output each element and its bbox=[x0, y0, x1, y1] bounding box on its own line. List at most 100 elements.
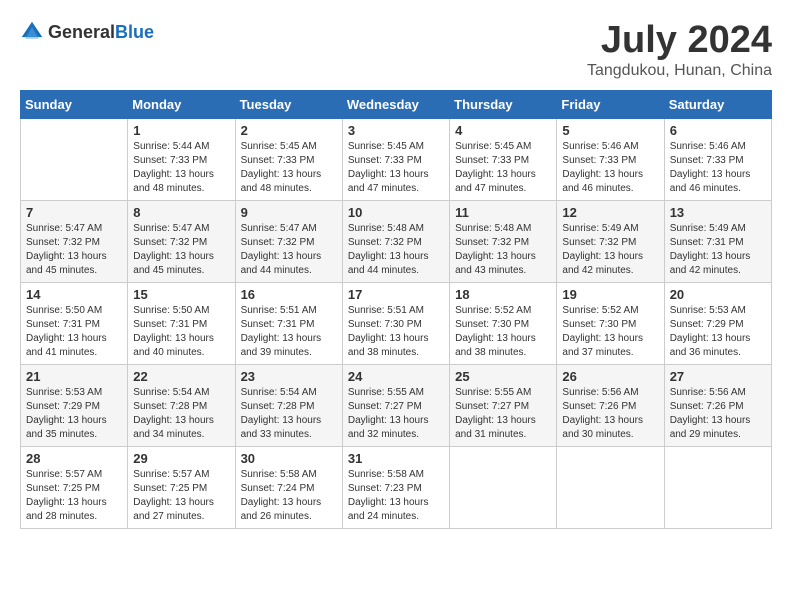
calendar-cell: 13 Sunrise: 5:49 AM Sunset: 7:31 PM Dayli… bbox=[664, 200, 771, 282]
page-header: GeneralBlue July 2024 Tangdukou, Hunan, … bbox=[20, 20, 772, 80]
day-number: 13 bbox=[670, 205, 766, 220]
day-number: 5 bbox=[562, 123, 658, 138]
day-number: 23 bbox=[241, 369, 337, 384]
logo: GeneralBlue bbox=[20, 20, 154, 44]
day-info: Sunrise: 5:46 AM Sunset: 7:33 PM Dayligh… bbox=[562, 140, 658, 196]
day-number: 14 bbox=[26, 287, 122, 302]
day-info: Sunrise: 5:52 AM Sunset: 7:30 PM Dayligh… bbox=[455, 304, 551, 360]
calendar-cell: 30 Sunrise: 5:58 AM Sunset: 7:24 PM Dayli… bbox=[235, 446, 342, 528]
location: Tangdukou, Hunan, China bbox=[587, 62, 772, 80]
day-number: 20 bbox=[670, 287, 766, 302]
calendar-cell: 27 Sunrise: 5:56 AM Sunset: 7:26 PM Dayli… bbox=[664, 364, 771, 446]
day-number: 6 bbox=[670, 123, 766, 138]
day-info: Sunrise: 5:58 AM Sunset: 7:24 PM Dayligh… bbox=[241, 468, 337, 524]
day-info: Sunrise: 5:46 AM Sunset: 7:33 PM Dayligh… bbox=[670, 140, 766, 196]
day-number: 17 bbox=[348, 287, 444, 302]
day-info: Sunrise: 5:48 AM Sunset: 7:32 PM Dayligh… bbox=[348, 222, 444, 278]
day-number: 8 bbox=[133, 205, 229, 220]
logo-blue: Blue bbox=[115, 22, 154, 42]
day-info: Sunrise: 5:45 AM Sunset: 7:33 PM Dayligh… bbox=[348, 140, 444, 196]
day-number: 4 bbox=[455, 123, 551, 138]
column-header-tuesday: Tuesday bbox=[235, 90, 342, 118]
day-number: 28 bbox=[26, 451, 122, 466]
calendar-cell: 11Sunrise: 5:48 AM Sunset: 7:32 PM Dayli… bbox=[450, 200, 557, 282]
calendar-week-row: 28Sunrise: 5:57 AM Sunset: 7:25 PM Dayli… bbox=[21, 446, 772, 528]
calendar-cell: 19 Sunrise: 5:52 AM Sunset: 7:30 PM Dayli… bbox=[557, 282, 664, 364]
calendar-cell: 14 Sunrise: 5:50 AM Sunset: 7:31 PM Dayli… bbox=[21, 282, 128, 364]
calendar-cell bbox=[21, 118, 128, 200]
day-number: 29 bbox=[133, 451, 229, 466]
day-info: Sunrise: 5:47 AM Sunset: 7:32 PM Dayligh… bbox=[241, 222, 337, 278]
day-info: Sunrise: 5:50 AM Sunset: 7:31 PM Dayligh… bbox=[133, 304, 229, 360]
calendar-cell: 16Sunrise: 5:51 AM Sunset: 7:31 PM Dayli… bbox=[235, 282, 342, 364]
day-info: Sunrise: 5:47 AM Sunset: 7:32 PM Dayligh… bbox=[26, 222, 122, 278]
calendar-header-row: SundayMondayTuesdayWednesdayThursdayFrid… bbox=[21, 90, 772, 118]
calendar-cell: 18Sunrise: 5:52 AM Sunset: 7:30 PM Dayli… bbox=[450, 282, 557, 364]
calendar-cell: 4Sunrise: 5:45 AM Sunset: 7:33 PM Daylig… bbox=[450, 118, 557, 200]
day-info: Sunrise: 5:55 AM Sunset: 7:27 PM Dayligh… bbox=[455, 386, 551, 442]
calendar-cell: 21Sunrise: 5:53 AM Sunset: 7:29 PM Dayli… bbox=[21, 364, 128, 446]
column-header-wednesday: Wednesday bbox=[342, 90, 449, 118]
calendar-week-row: 1 Sunrise: 5:44 AM Sunset: 7:33 PM Daylig… bbox=[21, 118, 772, 200]
calendar-cell: 15 Sunrise: 5:50 AM Sunset: 7:31 PM Dayli… bbox=[128, 282, 235, 364]
logo-icon bbox=[20, 20, 44, 44]
calendar-cell: 6 Sunrise: 5:46 AM Sunset: 7:33 PM Daylig… bbox=[664, 118, 771, 200]
day-info: Sunrise: 5:50 AM Sunset: 7:31 PM Dayligh… bbox=[26, 304, 122, 360]
day-number: 27 bbox=[670, 369, 766, 384]
day-number: 1 bbox=[133, 123, 229, 138]
day-number: 30 bbox=[241, 451, 337, 466]
day-number: 26 bbox=[562, 369, 658, 384]
month-year: July 2024 bbox=[587, 20, 772, 62]
day-info: Sunrise: 5:49 AM Sunset: 7:31 PM Dayligh… bbox=[670, 222, 766, 278]
day-info: Sunrise: 5:47 AM Sunset: 7:32 PM Dayligh… bbox=[133, 222, 229, 278]
calendar-cell: 23Sunrise: 5:54 AM Sunset: 7:28 PM Dayli… bbox=[235, 364, 342, 446]
column-header-monday: Monday bbox=[128, 90, 235, 118]
calendar-cell: 26 Sunrise: 5:56 AM Sunset: 7:26 PM Dayli… bbox=[557, 364, 664, 446]
day-info: Sunrise: 5:58 AM Sunset: 7:23 PM Dayligh… bbox=[348, 468, 444, 524]
column-header-friday: Friday bbox=[557, 90, 664, 118]
column-header-sunday: Sunday bbox=[21, 90, 128, 118]
day-info: Sunrise: 5:53 AM Sunset: 7:29 PM Dayligh… bbox=[26, 386, 122, 442]
calendar-cell: 3Sunrise: 5:45 AM Sunset: 7:33 PM Daylig… bbox=[342, 118, 449, 200]
column-header-saturday: Saturday bbox=[664, 90, 771, 118]
day-number: 15 bbox=[133, 287, 229, 302]
day-info: Sunrise: 5:53 AM Sunset: 7:29 PM Dayligh… bbox=[670, 304, 766, 360]
calendar-cell: 28Sunrise: 5:57 AM Sunset: 7:25 PM Dayli… bbox=[21, 446, 128, 528]
day-number: 24 bbox=[348, 369, 444, 384]
calendar-cell: 1 Sunrise: 5:44 AM Sunset: 7:33 PM Daylig… bbox=[128, 118, 235, 200]
calendar-cell: 2 Sunrise: 5:45 AM Sunset: 7:33 PM Daylig… bbox=[235, 118, 342, 200]
calendar-week-row: 21Sunrise: 5:53 AM Sunset: 7:29 PM Dayli… bbox=[21, 364, 772, 446]
calendar-cell bbox=[664, 446, 771, 528]
day-info: Sunrise: 5:49 AM Sunset: 7:32 PM Dayligh… bbox=[562, 222, 658, 278]
day-number: 16 bbox=[241, 287, 337, 302]
day-info: Sunrise: 5:45 AM Sunset: 7:33 PM Dayligh… bbox=[241, 140, 337, 196]
calendar-cell: 29Sunrise: 5:57 AM Sunset: 7:25 PM Dayli… bbox=[128, 446, 235, 528]
day-number: 2 bbox=[241, 123, 337, 138]
day-info: Sunrise: 5:55 AM Sunset: 7:27 PM Dayligh… bbox=[348, 386, 444, 442]
day-number: 31 bbox=[348, 451, 444, 466]
day-info: Sunrise: 5:56 AM Sunset: 7:26 PM Dayligh… bbox=[562, 386, 658, 442]
calendar-cell: 10 Sunrise: 5:48 AM Sunset: 7:32 PM Dayli… bbox=[342, 200, 449, 282]
calendar-cell bbox=[557, 446, 664, 528]
calendar-cell: 25 Sunrise: 5:55 AM Sunset: 7:27 PM Dayli… bbox=[450, 364, 557, 446]
day-number: 7 bbox=[26, 205, 122, 220]
day-info: Sunrise: 5:52 AM Sunset: 7:30 PM Dayligh… bbox=[562, 304, 658, 360]
calendar-cell: 8 Sunrise: 5:47 AM Sunset: 7:32 PM Daylig… bbox=[128, 200, 235, 282]
day-info: Sunrise: 5:56 AM Sunset: 7:26 PM Dayligh… bbox=[670, 386, 766, 442]
calendar-cell: 7 Sunrise: 5:47 AM Sunset: 7:32 PM Daylig… bbox=[21, 200, 128, 282]
column-header-thursday: Thursday bbox=[450, 90, 557, 118]
calendar-cell: 20 Sunrise: 5:53 AM Sunset: 7:29 PM Dayli… bbox=[664, 282, 771, 364]
day-number: 11 bbox=[455, 205, 551, 220]
day-number: 25 bbox=[455, 369, 551, 384]
calendar-cell: 24 Sunrise: 5:55 AM Sunset: 7:27 PM Dayli… bbox=[342, 364, 449, 446]
calendar-cell: 17Sunrise: 5:51 AM Sunset: 7:30 PM Dayli… bbox=[342, 282, 449, 364]
day-number: 9 bbox=[241, 205, 337, 220]
calendar-cell: 5 Sunrise: 5:46 AM Sunset: 7:33 PM Daylig… bbox=[557, 118, 664, 200]
day-number: 10 bbox=[348, 205, 444, 220]
calendar-table: SundayMondayTuesdayWednesdayThursdayFrid… bbox=[20, 90, 772, 529]
title-block: July 2024 Tangdukou, Hunan, China bbox=[587, 20, 772, 80]
day-number: 19 bbox=[562, 287, 658, 302]
calendar-cell: 22Sunrise: 5:54 AM Sunset: 7:28 PM Dayli… bbox=[128, 364, 235, 446]
calendar-week-row: 7 Sunrise: 5:47 AM Sunset: 7:32 PM Daylig… bbox=[21, 200, 772, 282]
day-info: Sunrise: 5:44 AM Sunset: 7:33 PM Dayligh… bbox=[133, 140, 229, 196]
